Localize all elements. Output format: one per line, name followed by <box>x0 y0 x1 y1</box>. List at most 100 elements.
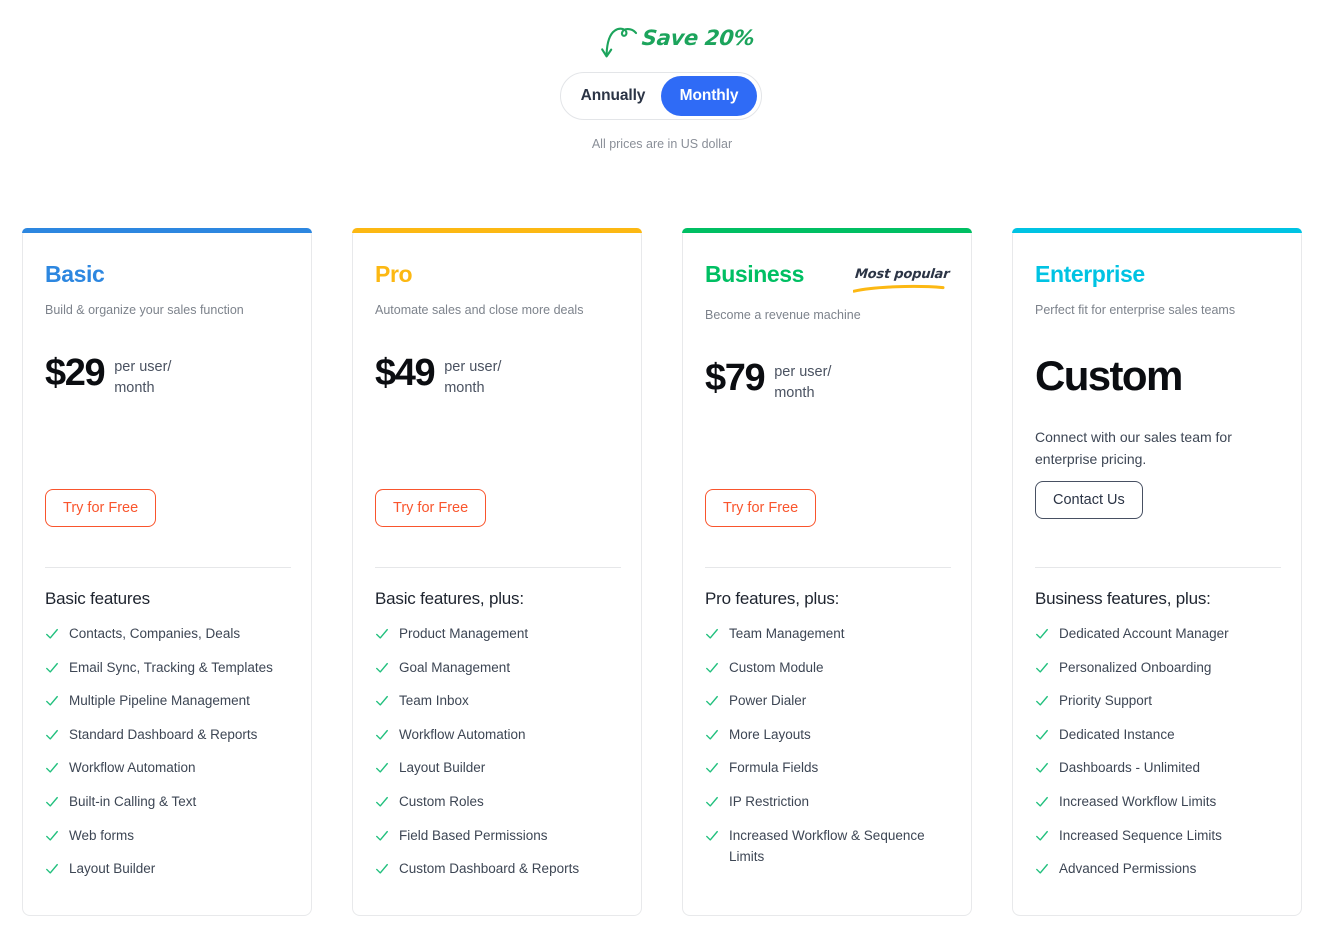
feature-label: Custom Roles <box>399 793 484 809</box>
plan-name: Pro <box>375 261 413 287</box>
feature-label: Custom Dashboard & Reports <box>399 861 580 877</box>
feature-item: Formula Fields <box>705 757 957 779</box>
feature-item: Web forms <box>45 825 297 847</box>
pricing-card-grid: Basic Build & organize your sales functi… <box>22 228 1302 916</box>
features-title: Basic features, plus: <box>375 589 524 608</box>
feature-label: Power Dialer <box>729 693 807 709</box>
features-section: Pro features, plus: Team Management Cust… <box>705 589 957 880</box>
feature-item: Increased Sequence Limits <box>1035 825 1287 847</box>
try-for-free-button[interactable]: Try for Free <box>705 489 817 527</box>
price-amount: $49 <box>375 351 436 394</box>
plan-description: Build & organize your sales function <box>45 303 244 317</box>
most-popular-badge: Most popular <box>853 265 950 293</box>
billing-period-toggle[interactable]: Annually Monthly <box>560 72 762 120</box>
feature-label: Email Sync, Tracking & Templates <box>69 659 273 675</box>
feature-item: Custom Module <box>705 657 957 679</box>
feature-label: Increased Workflow Limits <box>1059 793 1217 809</box>
check-icon <box>376 729 388 740</box>
check-icon <box>376 696 388 706</box>
pricing-card-basic: Basic Build & organize your sales functi… <box>22 228 312 916</box>
feature-item: Team Inbox <box>375 690 627 712</box>
feature-item: Custom Roles <box>375 791 627 813</box>
check-icon <box>376 864 388 874</box>
feature-item: Increased Workflow Limits <box>1035 791 1287 813</box>
feature-label: Priority Support <box>1059 693 1153 709</box>
check-icon <box>46 796 58 807</box>
check-icon <box>46 696 58 706</box>
feature-item: Workflow Automation <box>375 724 627 746</box>
feature-item: Field Based Permissions <box>375 825 627 847</box>
check-icon <box>1036 696 1048 706</box>
card-divider <box>705 567 951 568</box>
feature-label: Dashboards - Unlimited <box>1059 760 1201 776</box>
check-icon <box>1036 830 1048 841</box>
pricing-card-enterprise: Enterprise Perfect fit for enterprise sa… <box>1012 228 1302 916</box>
feature-label: Contacts, Companies, Deals <box>69 626 241 641</box>
feature-item: Advanced Permissions <box>1035 858 1287 880</box>
feature-label: Advanced Permissions <box>1059 861 1197 877</box>
check-icon <box>1036 864 1048 874</box>
check-icon <box>706 696 718 706</box>
feature-item: Custom Dashboard & Reports <box>375 858 627 880</box>
feature-item: Personalized Onboarding <box>1035 657 1287 679</box>
feature-label: Goal Management <box>399 659 511 675</box>
feature-label: Built-in Calling & Text <box>69 793 197 809</box>
cta-zone: Try for Free <box>375 489 487 527</box>
plan-price: $29 per user/ month <box>45 352 289 409</box>
feature-label: Increased Sequence Limits <box>1059 827 1222 843</box>
try-for-free-button[interactable]: Try for Free <box>45 489 157 527</box>
check-icon <box>1036 796 1048 807</box>
curved-arrow-icon <box>601 27 638 58</box>
check-icon <box>376 763 388 774</box>
feature-label: Layout Builder <box>69 861 156 877</box>
feature-item: Contacts, Companies, Deals <box>45 623 297 645</box>
feature-item: Layout Builder <box>375 757 627 779</box>
check-icon <box>706 729 718 740</box>
pricing-page: Save 20% Annually Monthly All prices are… <box>0 0 1324 938</box>
feature-item: Standard Dashboard & Reports <box>45 724 297 746</box>
feature-item: Built-in Calling & Text <box>45 791 297 813</box>
toggle-option-monthly[interactable]: Monthly <box>661 76 757 116</box>
plan-price: $49 per user/ month <box>375 351 619 409</box>
feature-label: Personalized Onboarding <box>1059 659 1212 675</box>
contact-us-button[interactable]: Contact Us <box>1035 481 1143 519</box>
toggle-option-annually[interactable]: Annually <box>565 76 661 116</box>
feature-label: Increased Workflow & Sequence Limits <box>729 827 925 865</box>
features-title: Basic features <box>45 589 150 608</box>
check-icon <box>46 830 58 841</box>
feature-label: Formula Fields <box>729 760 819 776</box>
feature-label: Standard Dashboard & Reports <box>69 726 258 742</box>
check-icon <box>46 662 58 673</box>
plan-name: Enterprise <box>1035 261 1145 287</box>
feature-item: Priority Support <box>1035 690 1287 712</box>
feature-label: Layout Builder <box>399 760 486 776</box>
plan-name: Basic <box>45 261 105 287</box>
feature-item: Dedicated Account Manager <box>1035 623 1287 645</box>
plan-description: Become a revenue machine <box>705 308 861 322</box>
card-divider <box>1035 567 1281 568</box>
check-icon <box>46 628 58 639</box>
feature-label: IP Restriction <box>729 793 810 809</box>
check-icon <box>1036 729 1048 740</box>
check-icon <box>706 628 718 639</box>
features-title: Business features, plus: <box>1035 589 1211 608</box>
check-icon <box>376 662 388 673</box>
feature-item: Team Management <box>705 623 957 645</box>
currency-note: All prices are in US dollar <box>591 137 733 151</box>
price-unit: per user/ month <box>444 358 502 396</box>
check-icon <box>1036 662 1048 673</box>
check-icon <box>46 864 58 874</box>
cta-zone: Try for Free <box>705 489 817 527</box>
feature-label: Workflow Automation <box>399 726 526 742</box>
feature-item: IP Restriction <box>705 791 957 813</box>
card-divider <box>45 567 291 568</box>
feature-label: Workflow Automation <box>69 760 196 776</box>
check-icon <box>46 763 58 774</box>
features-section: Business features, plus: Dedicated Accou… <box>1035 589 1287 892</box>
feature-item: Layout Builder <box>45 858 297 880</box>
try-for-free-button[interactable]: Try for Free <box>375 489 487 527</box>
save-badge-label: Save 20% <box>640 26 756 50</box>
cta-zone: Try for Free <box>45 489 157 527</box>
feature-item: Increased Workflow & Sequence Limits <box>705 825 957 868</box>
plan-price: Custom <box>1035 353 1279 409</box>
